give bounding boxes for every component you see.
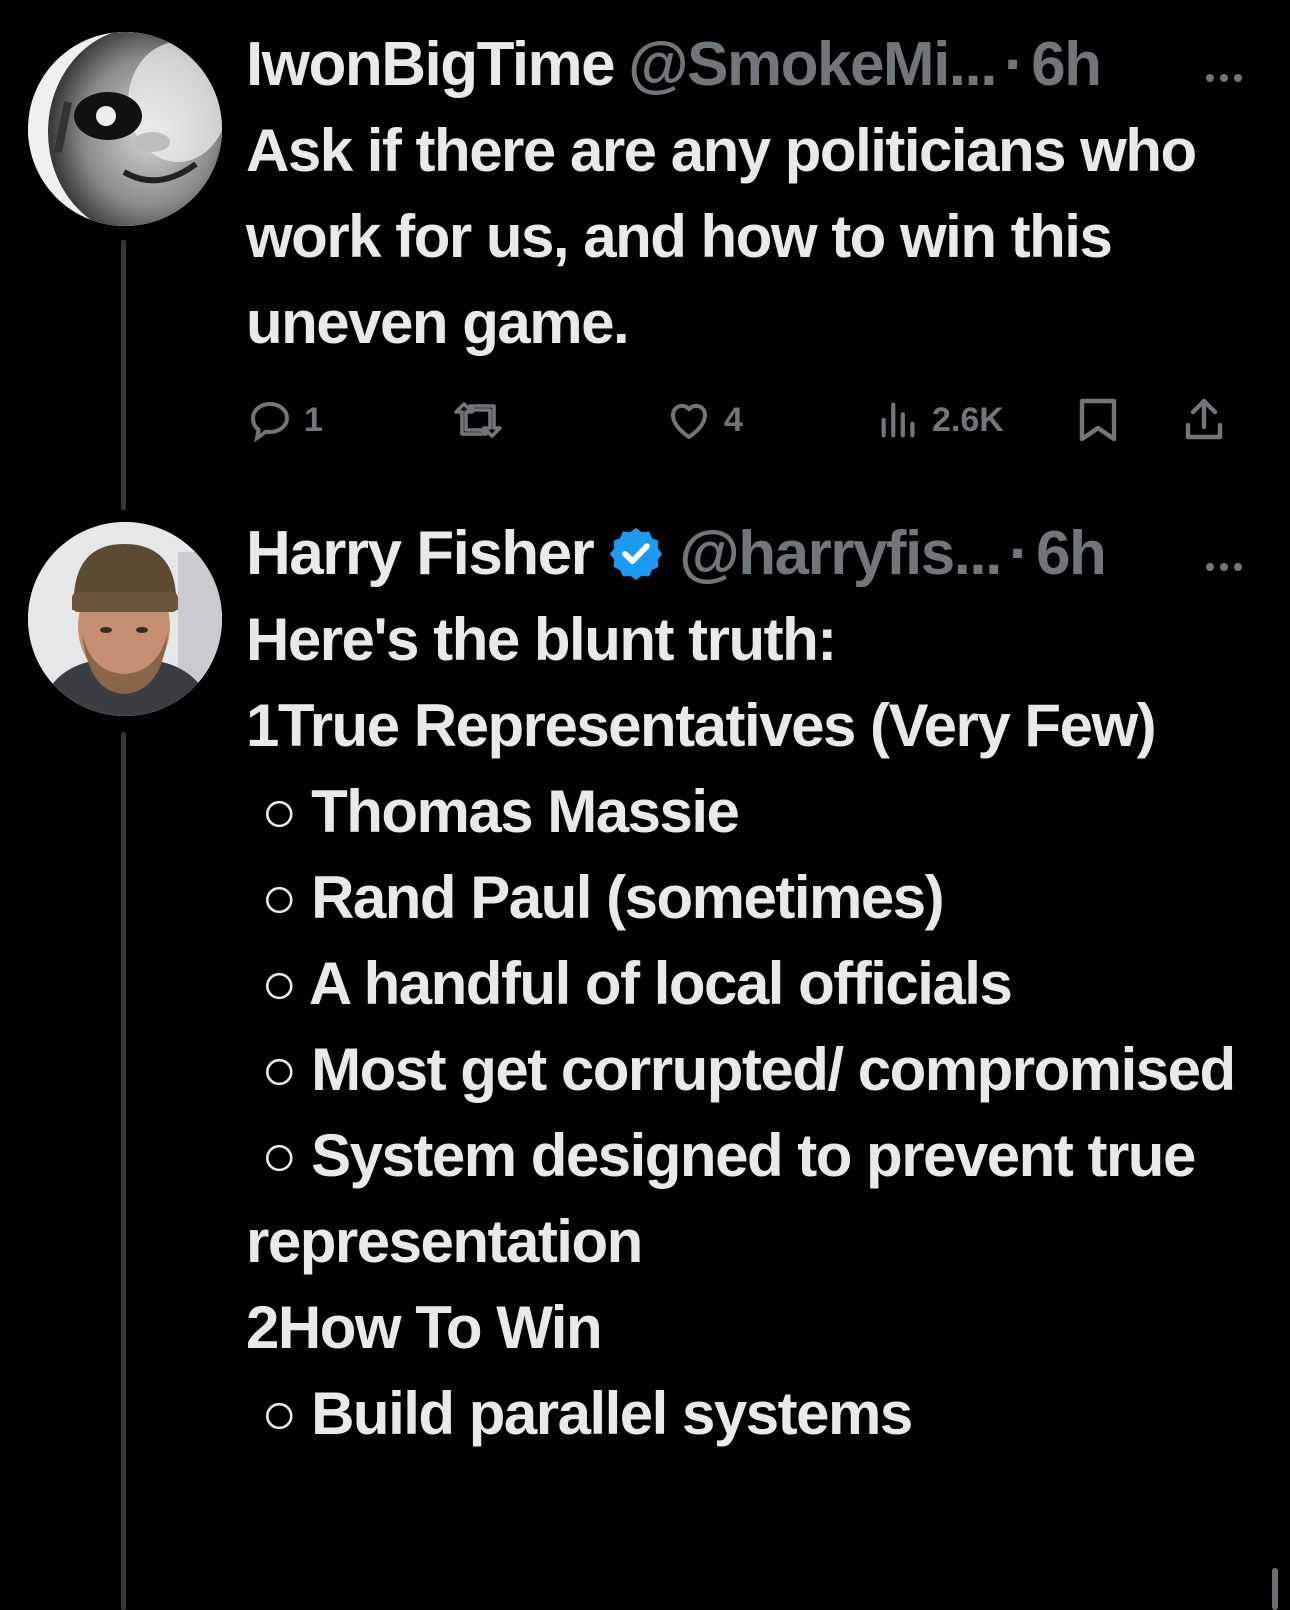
timestamp[interactable]: 6h (1036, 518, 1107, 589)
display-name[interactable]: IwonBigTime (246, 29, 616, 100)
bar-chart-icon (876, 396, 922, 444)
tweet-header: IwonBigTime @SmokeMi... · 6h (246, 24, 1250, 104)
timestamp[interactable]: 6h (1031, 29, 1102, 100)
like-button[interactable]: 4 (664, 390, 743, 450)
tweet-header: Harry Fisher @harryfis... · 6h (246, 513, 1250, 593)
repost-arrows-icon (450, 396, 506, 444)
views-button[interactable]: 2.6K (876, 390, 1004, 450)
thread-connector-line (121, 732, 126, 1610)
avatar[interactable] (28, 522, 222, 716)
display-name[interactable]: Harry Fisher (246, 518, 595, 589)
share-upload-icon (1182, 395, 1226, 445)
speech-bubble-icon (246, 396, 294, 444)
bookmark-button[interactable] (1076, 390, 1120, 450)
separator-dot: · (1008, 518, 1030, 588)
heart-icon (664, 396, 714, 444)
tweet-action-bar: 1 4 2.6K (246, 390, 1260, 450)
like-count: 4 (724, 400, 743, 439)
scrollbar-thumb[interactable] (1272, 1568, 1278, 1610)
share-button[interactable] (1182, 390, 1226, 450)
reply-count: 1 (304, 400, 323, 439)
separator-dot: · (1003, 29, 1025, 99)
user-handle[interactable]: @SmokeMi... (628, 29, 997, 100)
bookmark-icon (1076, 395, 1120, 445)
ellipsis-icon[interactable] (1202, 531, 1246, 571)
repost-button[interactable] (450, 390, 516, 450)
user-handle[interactable]: @harryfis... (679, 518, 1002, 589)
verified-badge-icon (607, 524, 665, 582)
tweet-text: Ask if there are any politicians who wor… (246, 117, 1211, 356)
tweet-text: Here's the blunt truth: 1True Representa… (246, 606, 1236, 1447)
thread-connector-line (121, 240, 126, 510)
view-count: 2.6K (932, 400, 1004, 439)
avatar[interactable] (28, 32, 222, 226)
ellipsis-icon[interactable] (1202, 42, 1246, 82)
reply-button[interactable]: 1 (246, 390, 323, 450)
